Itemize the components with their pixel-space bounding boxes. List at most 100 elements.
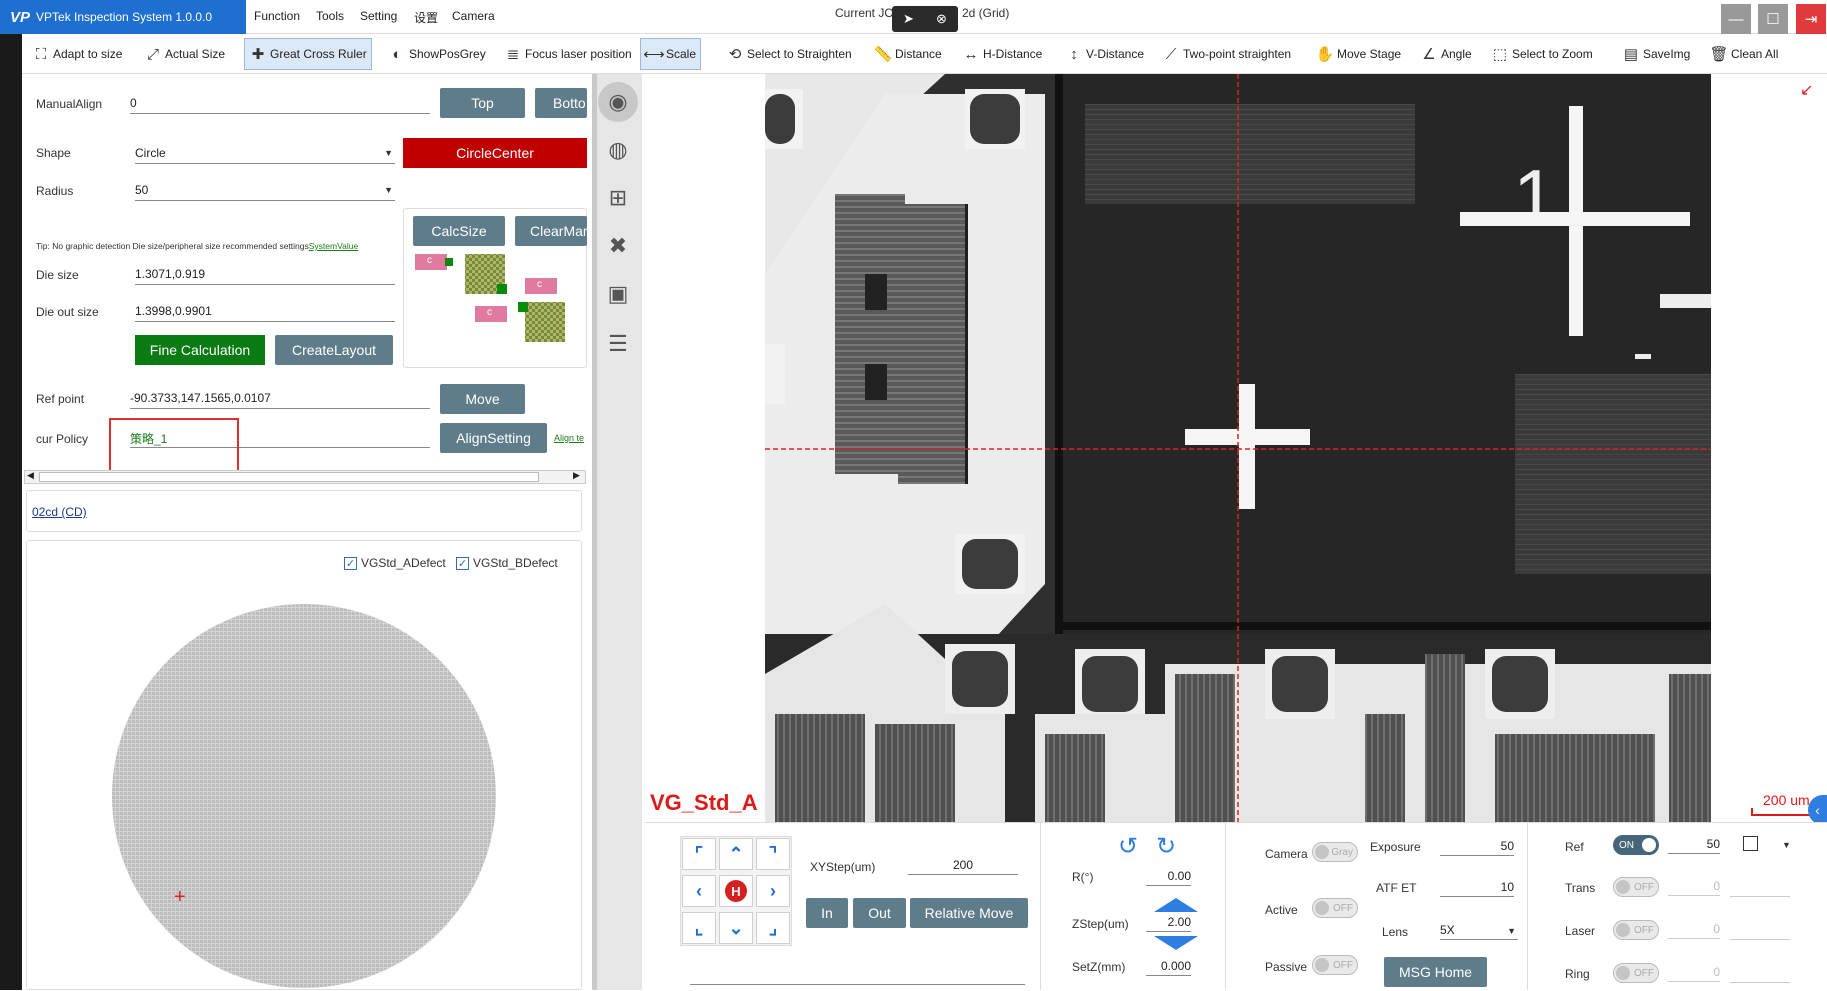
menu-function[interactable]: Function: [254, 9, 300, 23]
menu-camera[interactable]: Camera: [452, 9, 495, 23]
toolbar-two-point-button[interactable]: ⟋ Two-point straighten: [1158, 38, 1295, 70]
clear-mark-button[interactable]: ClearMar: [515, 216, 587, 246]
trans-input[interactable]: 0: [1668, 876, 1720, 896]
image-icon[interactable]: ▣: [598, 274, 638, 314]
menu-tools[interactable]: Tools: [316, 9, 344, 23]
toolbar-angle-button[interactable]: ∠ Angle: [1416, 38, 1476, 70]
system-value-link[interactable]: SystemValue: [309, 241, 358, 251]
defect-a-checkbox[interactable]: ✓ VGStd_ADefect: [344, 556, 446, 570]
rotate-cw-icon[interactable]: ↻: [1156, 832, 1176, 861]
trans-select[interactable]: [1730, 896, 1790, 897]
manual-align-input[interactable]: 0: [130, 92, 430, 114]
ref-input[interactable]: 50: [1668, 834, 1720, 854]
left-button[interactable]: ‹: [682, 875, 716, 907]
calc-size-button[interactable]: CalcSize: [413, 216, 505, 246]
circle-center-button[interactable]: CircleCenter: [403, 138, 587, 168]
ring-input[interactable]: 0: [1668, 962, 1720, 982]
out-button[interactable]: Out: [853, 898, 906, 928]
up-left-button[interactable]: ⌜: [682, 838, 716, 870]
up-right-button[interactable]: ⌝: [756, 838, 790, 870]
grid-sphere-icon[interactable]: ◍: [598, 130, 638, 170]
exit-button[interactable]: ⇥: [1796, 4, 1826, 34]
laser-input[interactable]: 0: [1668, 919, 1720, 939]
down-left-button[interactable]: ⌞: [682, 912, 716, 944]
toolbar-straighten-button[interactable]: ⟲ Select to Straighten: [722, 38, 856, 70]
bottom-button[interactable]: Botto: [535, 88, 587, 118]
home-button[interactable]: H: [719, 875, 753, 907]
chevron-down-icon[interactable]: ▼: [1782, 840, 1791, 850]
recipe-link[interactable]: 02cd (CD): [32, 505, 87, 519]
r-input[interactable]: 0.00: [1146, 866, 1191, 886]
die-out-size-input[interactable]: 1.3998,0.9901: [135, 300, 395, 322]
menu-settings-cn[interactable]: 设置: [414, 9, 438, 26]
toolbar-h-distance-button[interactable]: ↔ H-Distance: [958, 38, 1046, 70]
toolbar-laser-button[interactable]: ≣ Focus laser position: [500, 38, 636, 70]
trans-toggle[interactable]: OFF: [1613, 877, 1659, 897]
grid-list-icon[interactable]: ⊞: [598, 178, 638, 218]
exposure-input[interactable]: 50: [1440, 836, 1514, 856]
close-capture-icon[interactable]: ⊗: [936, 11, 947, 27]
shape-select[interactable]: Circle ▼: [135, 142, 395, 164]
camera-image[interactable]: 1: [765, 74, 1711, 822]
zstep-input[interactable]: 2.00: [1146, 912, 1191, 932]
wafer-map[interactable]: +: [112, 604, 496, 988]
horizontal-scrollbar[interactable]: ◀ ▶: [24, 470, 586, 484]
relative-move-button[interactable]: Relative Move: [910, 898, 1028, 928]
ref-point-input[interactable]: -90.3733,147.1565,0.0107: [130, 387, 430, 409]
down-right-button[interactable]: ⌟: [756, 912, 790, 944]
menu-setting[interactable]: Setting: [360, 9, 397, 23]
msg-home-button[interactable]: MSG Home: [1384, 957, 1487, 987]
toolbar-actual-size-button[interactable]: ⤢ Actual Size: [140, 38, 229, 70]
laser-toggle[interactable]: OFF: [1613, 920, 1659, 940]
ring-toggle[interactable]: OFF: [1613, 963, 1659, 983]
tools-icon[interactable]: ✖: [598, 226, 638, 266]
toolbar-zoom-select-button[interactable]: ⬚ Select to Zoom: [1487, 38, 1597, 70]
move-button[interactable]: Move: [440, 384, 525, 414]
radius-select[interactable]: 50 ▼: [135, 179, 395, 201]
create-layout-button[interactable]: CreateLayout: [275, 335, 393, 365]
z-up-button[interactable]: [1154, 898, 1198, 912]
ref-color-box[interactable]: [1743, 836, 1758, 851]
defect-b-checkbox[interactable]: ✓ VGStd_BDefect: [456, 556, 558, 570]
toolbar-contrast-button[interactable]: ◐ ShowPosGrey: [384, 38, 490, 70]
up-button[interactable]: ⌃: [719, 838, 753, 870]
active-toggle[interactable]: OFF: [1312, 898, 1358, 918]
toolbar-ruler-button[interactable]: 📏 Distance: [870, 38, 946, 70]
collapse-arrows-icon[interactable]: ↙: [1800, 80, 1813, 100]
toolbar-scale-button[interactable]: ⟷ Scale: [640, 38, 702, 70]
down-button[interactable]: ⌄: [719, 912, 753, 944]
ring-select[interactable]: [1730, 982, 1790, 983]
toolbar-cross-ruler-button[interactable]: ✚ Great Cross Ruler: [244, 38, 372, 70]
checklist-icon[interactable]: ☰: [598, 324, 638, 364]
setz-input[interactable]: 0.000: [1146, 956, 1191, 976]
scrollbar-thumb[interactable]: [39, 472, 539, 482]
lens-select[interactable]: 5X ▼: [1440, 920, 1518, 940]
align-setting-button[interactable]: AlignSetting: [440, 423, 547, 453]
minimize-button[interactable]: —: [1721, 4, 1751, 34]
top-button[interactable]: Top: [440, 88, 525, 118]
fine-calculation-button[interactable]: Fine Calculation: [135, 335, 265, 365]
passive-toggle[interactable]: OFF: [1312, 955, 1358, 975]
toolbar-v-distance-button[interactable]: ↕ V-Distance: [1061, 38, 1148, 70]
maximize-button[interactable]: ☐: [1758, 4, 1788, 34]
die-size-input[interactable]: 1.3071,0.919: [135, 263, 395, 285]
toolbar-hand-button[interactable]: ✋ Move Stage: [1312, 38, 1405, 70]
ref-toggle[interactable]: ON: [1613, 835, 1659, 855]
xystep-input[interactable]: 200: [908, 855, 1018, 875]
camera-toggle[interactable]: Gray: [1312, 842, 1358, 862]
rotate-ccw-icon[interactable]: ↺: [1118, 832, 1138, 861]
right-button[interactable]: ›: [756, 875, 790, 907]
camera-icon[interactable]: ◉: [598, 82, 638, 122]
laser-select[interactable]: [1730, 939, 1790, 940]
toolbar-adapt-size-button[interactable]: ⛶ Adapt to size: [28, 38, 126, 70]
home-icon: H: [725, 880, 747, 902]
toolbar-trash-button[interactable]: 🗑 Clean All: [1706, 38, 1782, 70]
atf-et-input[interactable]: 10: [1440, 877, 1514, 897]
z-down-button[interactable]: [1154, 936, 1198, 950]
scroll-right-icon[interactable]: ▶: [573, 470, 580, 481]
pointer-icon[interactable]: ➤: [903, 11, 914, 27]
align-template-link[interactable]: Align te: [554, 433, 587, 443]
in-button[interactable]: In: [806, 898, 848, 928]
toolbar-save-image-button[interactable]: ▤ SaveImg: [1618, 38, 1694, 70]
scroll-left-icon[interactable]: ◀: [27, 470, 34, 481]
